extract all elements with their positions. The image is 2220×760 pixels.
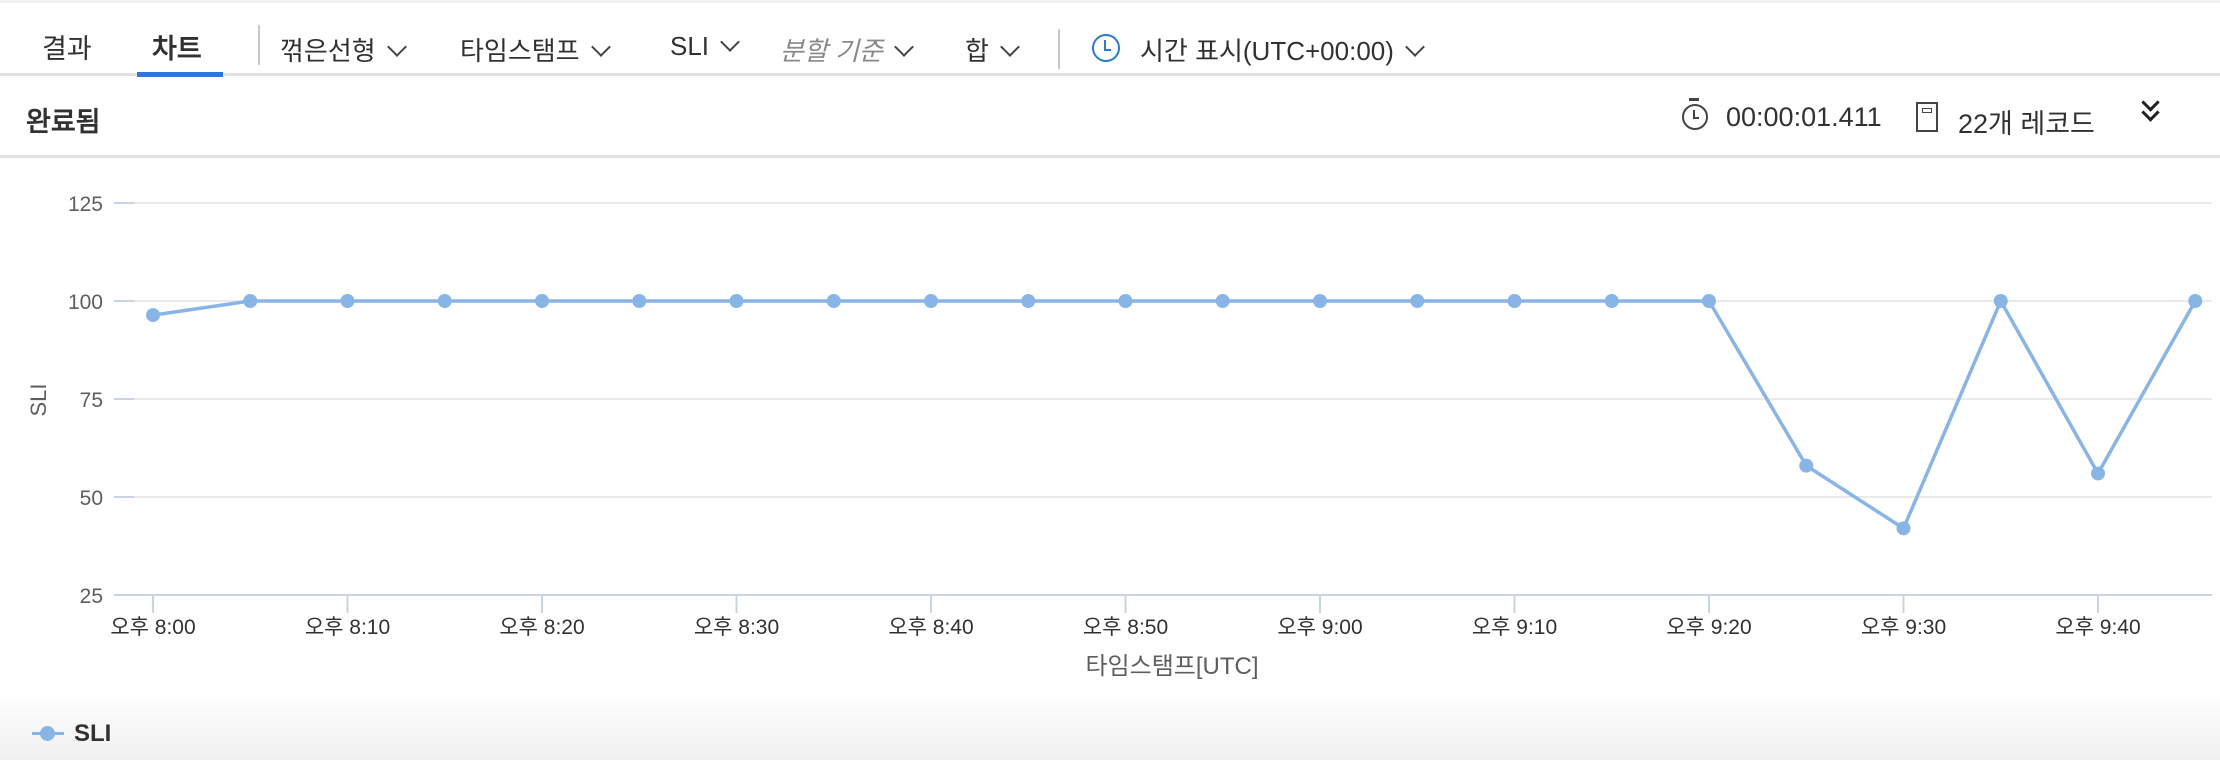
legend-item-sli[interactable]: SLI bbox=[32, 720, 111, 748]
x-tick-label: 오후 9:20 bbox=[1666, 616, 1751, 639]
gridlines bbox=[114, 202, 2212, 596]
x-tick-label: 오후 8:20 bbox=[499, 616, 584, 639]
status-bar: 완료됨 00:00:01.411 22개 레코드 bbox=[0, 76, 2220, 158]
data-point[interactable] bbox=[1993, 294, 2008, 308]
data-point[interactable] bbox=[826, 294, 841, 308]
series-line bbox=[152, 299, 2197, 531]
data-point[interactable] bbox=[1507, 294, 1522, 308]
tab-results[interactable]: 결과 bbox=[42, 27, 92, 66]
data-point[interactable] bbox=[243, 294, 258, 308]
chart-type-dropdown[interactable]: 꺾은선형 bbox=[280, 31, 407, 68]
top-toolbar: 결과 차트 꺾은선형 타임스탬프 SLI 분할 기준 합 시간 표시(UTC+0… bbox=[0, 0, 2220, 77]
data-point[interactable] bbox=[437, 294, 452, 308]
legend-label: SLI bbox=[74, 720, 112, 747]
x-axis-dropdown[interactable]: 타임스탬프 bbox=[460, 31, 611, 68]
data-point[interactable] bbox=[1604, 294, 1619, 308]
data-point[interactable] bbox=[535, 294, 549, 308]
x-tick-label: 오후 8:50 bbox=[1083, 616, 1168, 639]
data-point[interactable] bbox=[729, 294, 744, 308]
y-tick-label: 125 bbox=[68, 193, 103, 216]
x-axis-ticks: 오후 8:00 오후 8:10 오후 8:20 오후 8:30 오후 8:40 오후 8:… bbox=[110, 595, 2141, 639]
legend-area: SLI bbox=[0, 690, 2220, 760]
data-point[interactable] bbox=[1410, 294, 1425, 308]
y-axis-label: SLI bbox=[670, 31, 710, 61]
y-tick-label: 50 bbox=[80, 487, 103, 510]
chevron-down-icon bbox=[386, 37, 407, 57]
chevron-down-icon bbox=[590, 37, 611, 57]
divider bbox=[258, 25, 260, 65]
x-tick-label: 오후 8:10 bbox=[305, 616, 390, 639]
y-tick-label: 25 bbox=[80, 585, 103, 608]
time-display-dropdown[interactable]: 시간 표시(UTC+00:00) bbox=[1140, 31, 1425, 68]
x-tick-label: 오후 9:30 bbox=[1861, 616, 1946, 639]
x-tick-label: 오후 9:40 bbox=[2055, 616, 2140, 639]
data-point[interactable] bbox=[146, 308, 160, 323]
data-point[interactable] bbox=[2188, 294, 2203, 308]
data-point[interactable] bbox=[1313, 294, 1327, 308]
clock-icon bbox=[1092, 34, 1120, 62]
y-tick-label: 75 bbox=[80, 389, 103, 412]
line-chart: 125 100 75 50 25 오후 8:00 오후 8:10 오후 8:20 오후 8:3… bbox=[26, 193, 2212, 680]
data-point[interactable] bbox=[1702, 294, 1716, 308]
x-tick-label: 오후 9:00 bbox=[1277, 616, 1362, 639]
line-marker-icon bbox=[32, 726, 64, 742]
data-point[interactable] bbox=[1896, 521, 1911, 536]
y-axis-title: SLI bbox=[26, 383, 51, 416]
time-display-label: 시간 표시(UTC+00:00) bbox=[1140, 36, 1394, 66]
divider bbox=[1058, 29, 1060, 69]
data-point[interactable] bbox=[340, 294, 355, 308]
aggregation-label: 합 bbox=[965, 36, 989, 66]
x-tick-label: 오후 8:00 bbox=[110, 616, 195, 639]
query-status: 완료됨 bbox=[26, 107, 101, 137]
tab-chart[interactable]: 차트 bbox=[152, 27, 202, 66]
data-point[interactable] bbox=[2091, 466, 2105, 481]
data-point[interactable] bbox=[1799, 458, 1814, 473]
x-axis-title: 타임스탬프[UTC] bbox=[1085, 653, 1258, 680]
data-point[interactable] bbox=[632, 294, 647, 308]
aggregation-dropdown[interactable]: 합 bbox=[965, 31, 1020, 68]
data-point[interactable] bbox=[924, 294, 938, 308]
stopwatch-icon bbox=[1682, 104, 1708, 130]
chart-type-label: 꺾은선형 bbox=[280, 36, 376, 66]
y-axis-ticks: 125 100 75 50 25 bbox=[68, 193, 103, 608]
record-count: 22개 레코드 bbox=[1958, 109, 2095, 139]
x-tick-label: 오후 9:10 bbox=[1472, 616, 1557, 639]
x-axis-label: 타임스탬프 bbox=[460, 36, 580, 66]
y-axis-dropdown[interactable]: SLI bbox=[670, 31, 740, 62]
split-by-placeholder: 분할 기준 bbox=[780, 36, 883, 66]
data-point[interactable] bbox=[1021, 294, 1036, 308]
data-point[interactable] bbox=[1118, 294, 1133, 308]
data-point[interactable] bbox=[1215, 294, 1230, 308]
series-sli bbox=[146, 294, 2203, 536]
chevron-down-icon bbox=[1000, 37, 1020, 57]
x-tick-label: 오후 8:40 bbox=[888, 616, 973, 639]
chevron-down-icon bbox=[1405, 37, 1425, 57]
y-tick-label: 100 bbox=[68, 291, 103, 314]
notebook-icon bbox=[1916, 102, 1938, 132]
elapsed-time: 00:00:01.411 bbox=[1726, 102, 1882, 132]
expand-button[interactable] bbox=[2140, 93, 2160, 126]
x-tick-label: 오후 8:30 bbox=[694, 616, 779, 639]
chevron-down-icon bbox=[720, 32, 740, 52]
stopwatch-icon-top bbox=[1689, 98, 1699, 101]
split-by-dropdown[interactable]: 분할 기준 bbox=[780, 31, 914, 68]
chevron-down-icon bbox=[894, 37, 914, 57]
